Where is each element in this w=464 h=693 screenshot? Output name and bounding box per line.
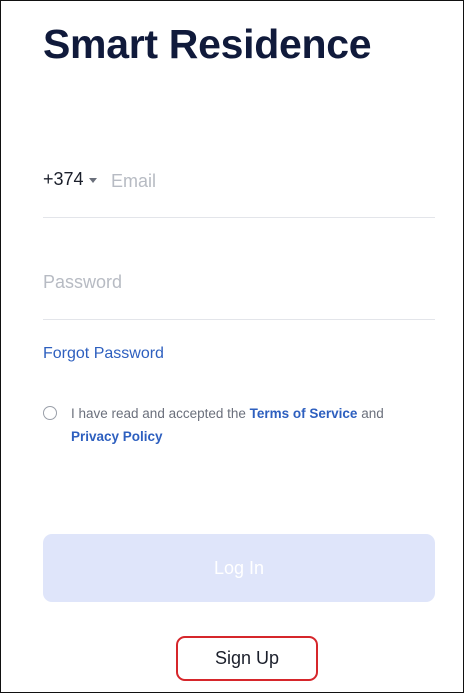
forgot-password-link[interactable]: Forgot Password	[43, 345, 164, 363]
login-screen: Smart Residence +374 Forgot Password I h…	[0, 0, 464, 693]
country-code-selector[interactable]: +374	[43, 169, 97, 190]
privacy-policy-link[interactable]: Privacy Policy	[71, 429, 163, 444]
country-code-label: +374	[43, 169, 84, 189]
consent-text-prefix: I have read and accepted the	[71, 406, 250, 421]
password-input[interactable]	[43, 267, 423, 297]
consent-radio[interactable]	[43, 406, 57, 420]
password-field-row	[43, 263, 435, 320]
email-field-row: +374	[43, 161, 435, 218]
terms-consent: I have read and accepted the Terms of Se…	[43, 402, 423, 448]
login-button[interactable]: Log In	[43, 534, 435, 602]
terms-of-service-link[interactable]: Terms of Service	[250, 406, 358, 421]
consent-text: I have read and accepted the Terms of Se…	[71, 402, 423, 448]
app-title: Smart Residence	[43, 21, 372, 67]
signup-button[interactable]: Sign Up	[176, 636, 318, 681]
email-input[interactable]	[111, 167, 411, 195]
caret-down-icon	[88, 177, 97, 183]
consent-text-joiner: and	[357, 406, 384, 421]
